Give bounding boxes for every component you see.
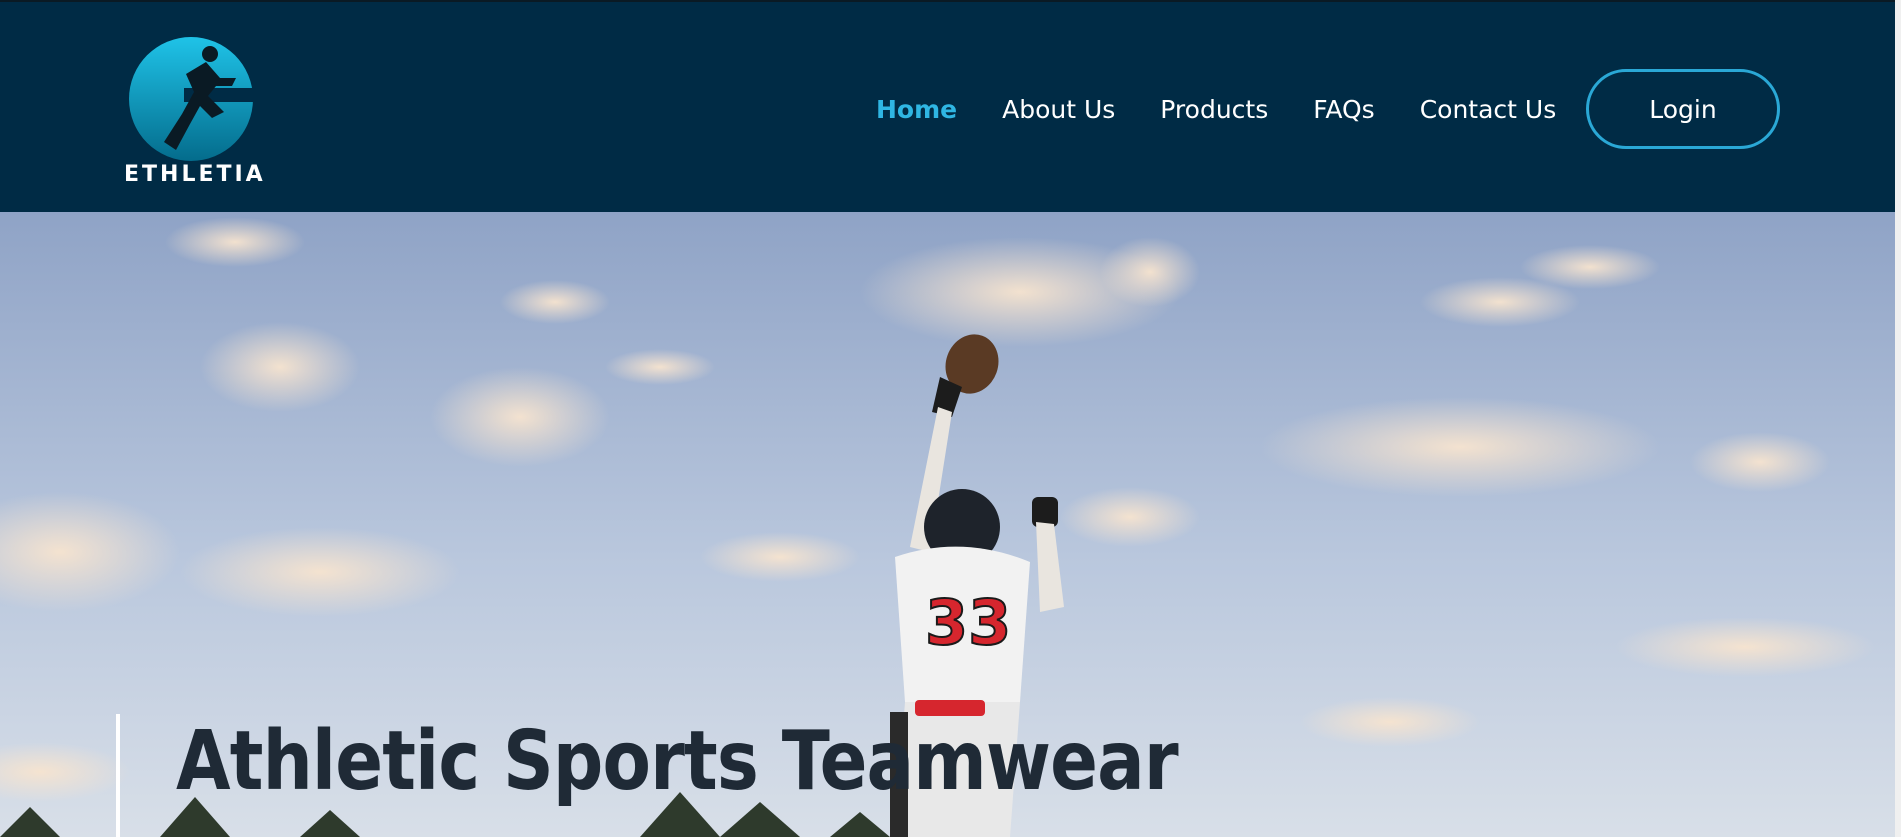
nav-faqs[interactable]: FAQs — [1313, 95, 1374, 124]
nav-home[interactable]: Home — [876, 95, 957, 124]
hero-accent-bar — [116, 714, 120, 837]
main-nav: Home About Us Products FAQs Contact Us — [876, 68, 1601, 150]
nav-about-us[interactable]: About Us — [1002, 95, 1115, 124]
hero-title: Athletic Sports Teamwear — [176, 714, 1179, 809]
jersey-number: 33 — [925, 586, 1011, 659]
nav-contact-us[interactable]: Contact Us — [1420, 95, 1557, 124]
page-scrollbar[interactable] — [1895, 0, 1901, 837]
site-header: ETHLETIA Home About Us Products FAQs Con… — [0, 0, 1895, 212]
brand-name: ETHLETIA — [124, 162, 266, 187]
login-button[interactable]: Login — [1586, 69, 1780, 149]
brand-logo[interactable]: ETHLETIA — [124, 32, 266, 192]
nav-products[interactable]: Products — [1160, 95, 1268, 124]
running-athlete-logo-icon — [129, 37, 258, 161]
